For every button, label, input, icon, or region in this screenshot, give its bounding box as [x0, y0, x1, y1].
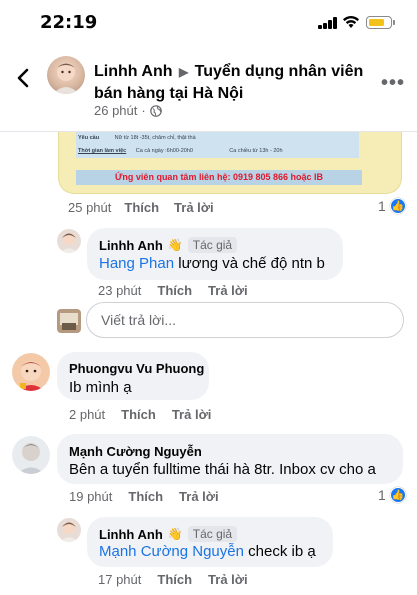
comment-actions: 17 phút Thích Trả lời — [98, 572, 248, 587]
comment-author[interactable]: Linhh Anh — [99, 238, 163, 253]
poster-requirement-row: Yêu cầu Nữ từ 18t -35t, chăm chỉ, thật t… — [76, 132, 359, 145]
poster-hours-label: Thời gian làm việc — [78, 148, 127, 154]
post-action-time[interactable]: 25 phút — [68, 200, 111, 215]
comment-reply-button[interactable]: Trả lời — [179, 489, 219, 504]
arrow-right-icon: ▶ — [178, 65, 189, 79]
author-avatar[interactable] — [47, 56, 85, 94]
post-like-count[interactable]: 1 👍 — [378, 198, 406, 214]
comment-reply-button[interactable]: Trả lời — [172, 407, 212, 422]
comment-time[interactable]: 19 phút — [69, 489, 112, 504]
comment-time[interactable]: 2 phút — [69, 407, 105, 422]
comment-bubble: Phuongvu Vu Phuong Ib mình ạ — [57, 352, 209, 400]
comment-body: check ib ạ — [243, 543, 316, 560]
poster-shift-morning: Ca cả ngày :6h00-20h0 — [135, 148, 193, 154]
post-image[interactable]: Yêu cầu Nữ từ 18t -35t, chăm chỉ, thật t… — [58, 132, 402, 194]
comment-like-button[interactable]: Thích — [128, 489, 163, 504]
my-avatar — [57, 309, 81, 333]
comment-avatar[interactable] — [12, 436, 50, 474]
poster-requirement-label: Yêu cầu — [78, 135, 100, 141]
poster-hours-row: Thời gian làm việc Ca cả ngày :6h00-20h0… — [76, 145, 359, 158]
comment-actions: 19 phút Thích Trả lời — [69, 489, 219, 504]
comment-avatar[interactable] — [57, 518, 81, 542]
comment-like-button[interactable]: Thích — [157, 283, 192, 298]
status-time: 22:19 — [40, 12, 98, 33]
comment-bubble: Mạnh Cường Nguyễn Bên a tuyển fulltime t… — [57, 434, 403, 484]
comment-header: Linhh Anh 👋 Tác giả — [99, 526, 238, 542]
comment-like-button[interactable]: Thích — [121, 407, 156, 422]
comment-text: Hang Phan lương và chế độ ntn b — [99, 255, 325, 272]
reply-placeholder: Viết trả lời... — [101, 312, 177, 328]
post-like-count-value: 1 — [378, 198, 386, 214]
comment-actions: 23 phút Thích Trả lời — [98, 283, 248, 298]
wave-icon: 👋 — [167, 527, 183, 541]
globe-icon — [149, 104, 162, 117]
post-reply-button[interactable]: Trả lời — [174, 200, 214, 215]
comment-time[interactable]: 23 phút — [98, 283, 141, 298]
comment-like-button[interactable]: Thích — [157, 572, 192, 587]
comment-body: lương và chế độ ntn b — [174, 255, 325, 272]
author-badge: Tác giả — [187, 526, 238, 542]
comment-bubble: Linhh Anh 👋 Tác giả Hang Phan lương và c… — [87, 228, 343, 280]
comment-reply-button[interactable]: Trả lời — [208, 572, 248, 587]
post-header: Linhh Anh ▶ Tuyển dụng nhân viên bán hàn… — [0, 46, 417, 132]
reply-input[interactable]: Viết trả lời... — [86, 302, 404, 338]
status-bar: 22:19 — [0, 0, 417, 46]
comment-text: Mạnh Cường Nguyễn check ib ạ — [99, 543, 316, 560]
back-arrow-icon[interactable] — [12, 66, 36, 90]
comment-bubble: Linhh Anh 👋 Tác giả Mạnh Cường Nguyễn ch… — [87, 517, 333, 567]
comment-author[interactable]: Mạnh Cường Nguyễn — [69, 444, 202, 459]
comment-author[interactable]: Phuongvu Vu Phuong — [69, 361, 204, 376]
wave-icon: 👋 — [167, 238, 183, 252]
comment-reply-button[interactable]: Trả lời — [208, 283, 248, 298]
comment-like-count-value: 1 — [378, 487, 386, 503]
mention-link[interactable]: Hang Phan — [99, 255, 174, 272]
more-options-button[interactable]: ••• — [381, 72, 405, 95]
post-title: Linhh Anh ▶ Tuyển dụng nhân viên bán hàn… — [94, 61, 364, 105]
poster-shift-afternoon: Ca chiều từ 13h - 20h — [229, 148, 283, 154]
comment-avatar[interactable] — [57, 229, 81, 253]
comment-avatar[interactable] — [12, 353, 50, 391]
comment-author[interactable]: Linhh Anh — [99, 527, 163, 542]
poster-requirement-text: Nữ từ 18t -35t, chăm chỉ, thật thà — [114, 135, 196, 141]
mention-link[interactable]: Mạnh Cường Nguyễn — [99, 543, 244, 560]
comment-actions: 2 phút Thích Trả lời — [69, 407, 211, 422]
wifi-icon — [343, 16, 359, 28]
comment-body: Bên a tuyển fulltime thái hà 8tr. Inbox … — [69, 461, 376, 478]
poster-contact-banner: Ứng viên quan tâm liên hệ: 0919 805 866 … — [76, 170, 362, 185]
comment-time[interactable]: 17 phút — [98, 572, 141, 587]
thumbs-up-icon: 👍 — [389, 487, 406, 503]
comment-header: Linhh Anh 👋 Tác giả — [99, 237, 238, 253]
battery-icon — [366, 16, 395, 29]
post-like-button[interactable]: Thích — [124, 200, 159, 215]
thumbs-up-icon: 👍 — [389, 198, 406, 214]
post-meta: 26 phút · — [94, 103, 162, 118]
comment-body: Ib mình ạ — [69, 379, 132, 396]
post-actions: 25 phút Thích Trả lời — [68, 200, 214, 215]
author-badge: Tác giả — [187, 237, 238, 253]
signal-icon — [318, 16, 338, 29]
post-time[interactable]: 26 phút — [94, 103, 137, 118]
comment-like-count[interactable]: 1 👍 — [378, 487, 406, 503]
header-author[interactable]: Linhh Anh — [94, 63, 173, 80]
